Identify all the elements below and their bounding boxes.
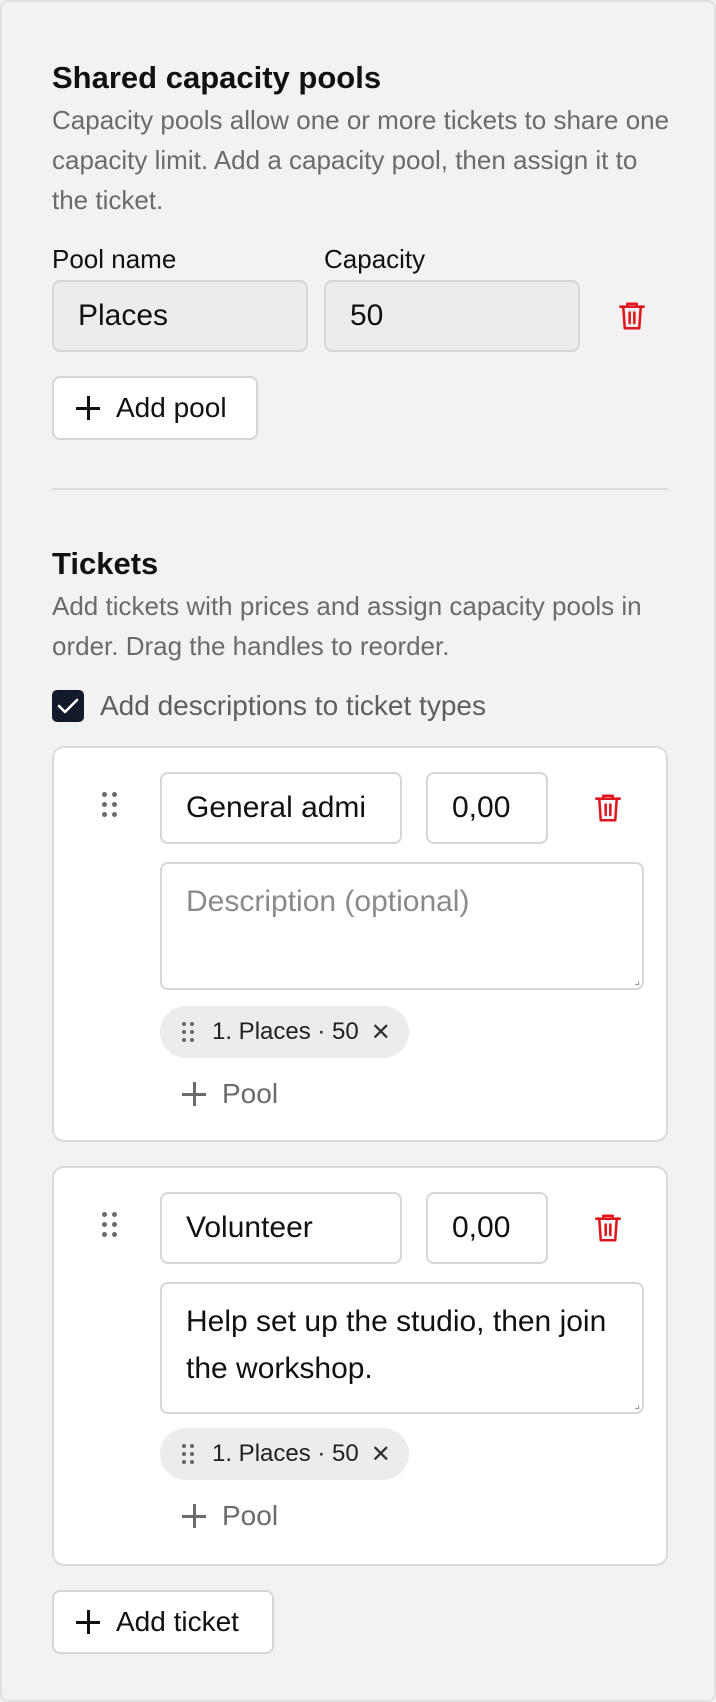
add-ticket-pool-label: Pool xyxy=(222,1078,279,1109)
ticket-name-input[interactable]: Volunteer xyxy=(160,1192,402,1264)
ticket-description-input[interactable]: Description (optional) xyxy=(160,862,644,990)
pools-section-title: Shared capacity pools xyxy=(52,60,382,95)
add-pool-label: Add pool xyxy=(116,392,227,423)
pool-capacity-input[interactable]: 50 xyxy=(324,280,580,352)
pool-chip-label: 1. Places · 50 xyxy=(212,1018,359,1045)
ticket-name-input[interactable]: General admi xyxy=(160,772,402,844)
resize-grip[interactable] xyxy=(635,981,639,985)
ticket-description-input[interactable]: Help set up the studio, then join the wo… xyxy=(160,1282,644,1414)
plus-icon xyxy=(182,1082,206,1106)
plus-icon xyxy=(76,1610,100,1634)
pool-chip-label: 1. Places · 50 xyxy=(212,1440,359,1467)
tickets-section-description: Add tickets with prices and assign capac… xyxy=(52,591,642,661)
pool-name-input[interactable]: Places xyxy=(52,280,308,352)
tickets-section-title: Tickets xyxy=(52,546,159,581)
drag-handle-icon[interactable] xyxy=(102,1212,120,1240)
pool-chip[interactable]: 1. Places · 50 ✕ xyxy=(160,1006,409,1058)
capacity-settings-panel: Shared capacity pools Capacity pools all… xyxy=(0,0,716,1702)
ticket-price-input[interactable]: 0,00 xyxy=(426,772,548,844)
trash-icon[interactable] xyxy=(594,1212,622,1244)
add-ticket-pool-button[interactable]: Pool xyxy=(182,1078,278,1110)
ticket-card: Volunteer 0,00 Help set up the studio, t… xyxy=(52,1166,668,1566)
plus-icon xyxy=(76,396,100,420)
pool-name-label: Pool name xyxy=(52,244,177,274)
descriptions-checkbox-label: Add descriptions to ticket types xyxy=(100,690,486,721)
ticket-card: General admi 0,00 Description (optional)… xyxy=(52,746,668,1142)
drag-handle-icon[interactable] xyxy=(182,1444,194,1464)
resize-grip[interactable] xyxy=(635,1405,639,1409)
add-ticket-label: Add ticket xyxy=(116,1606,239,1637)
section-divider xyxy=(52,488,668,490)
descriptions-checkbox[interactable] xyxy=(52,690,84,722)
add-ticket-button[interactable]: Add ticket xyxy=(52,1590,274,1654)
pool-chip[interactable]: 1. Places · 50 ✕ xyxy=(160,1428,409,1480)
add-ticket-pool-label: Pool xyxy=(222,1500,279,1531)
trash-icon[interactable] xyxy=(618,300,646,332)
add-pool-button[interactable]: Add pool xyxy=(52,376,258,440)
close-icon[interactable]: ✕ xyxy=(371,1440,391,1469)
add-ticket-pool-button[interactable]: Pool xyxy=(182,1500,278,1532)
pools-section-description: Capacity pools allow one or more tickets… xyxy=(52,105,670,215)
trash-icon[interactable] xyxy=(594,792,622,824)
check-icon xyxy=(57,698,79,714)
drag-handle-icon[interactable] xyxy=(182,1022,194,1042)
plus-icon xyxy=(182,1504,206,1528)
ticket-price-input[interactable]: 0,00 xyxy=(426,1192,548,1264)
close-icon[interactable]: ✕ xyxy=(371,1018,391,1047)
capacity-label: Capacity xyxy=(324,244,426,274)
drag-handle-icon[interactable] xyxy=(102,792,120,820)
